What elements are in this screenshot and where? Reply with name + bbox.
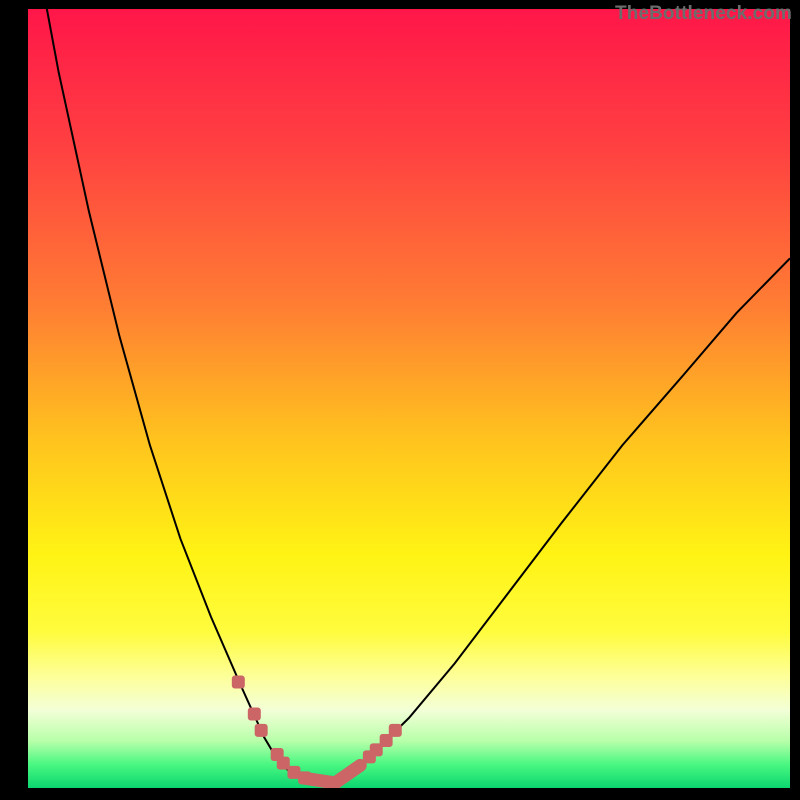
chart-svg [28,9,790,788]
bottleneck-curve [28,9,790,783]
curve-highlight-dots [232,676,402,785]
chart-area [28,9,790,788]
attribution-text: TheBottleneck.com [615,3,792,25]
